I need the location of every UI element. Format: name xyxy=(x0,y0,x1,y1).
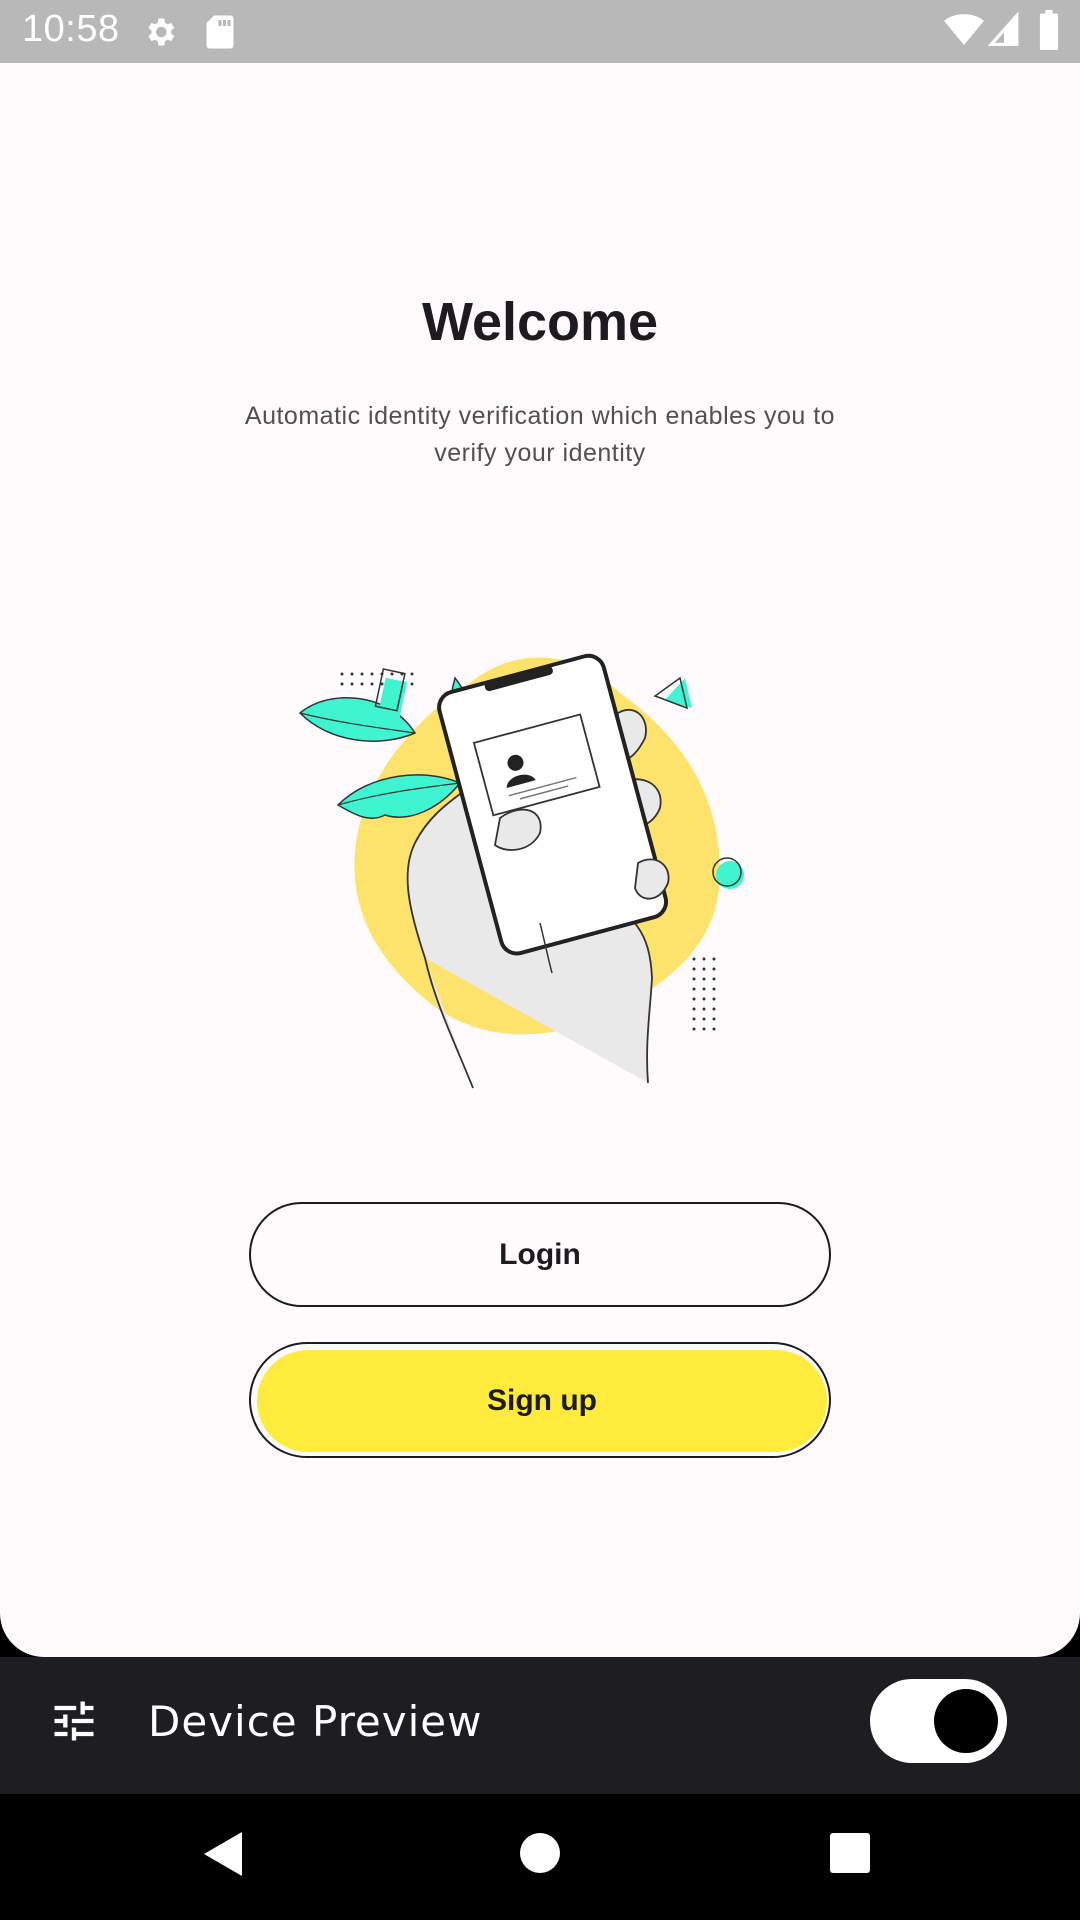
status-bar: 10:58 xyxy=(0,0,1080,63)
sd-card-icon xyxy=(204,14,236,55)
login-button[interactable]: Login xyxy=(249,1202,831,1307)
status-time: 10:58 xyxy=(22,8,120,50)
tune-icon[interactable] xyxy=(48,1695,100,1752)
signup-button-fill: Sign up xyxy=(257,1350,827,1452)
back-icon[interactable] xyxy=(202,1830,244,1883)
hand-holding-phone-illustration xyxy=(298,653,744,1089)
toggle-knob xyxy=(934,1689,998,1753)
triangle-shape xyxy=(665,678,692,708)
device-preview-label: Device Preview xyxy=(148,1697,483,1746)
page-title: Welcome xyxy=(421,292,659,352)
battery-icon xyxy=(1038,10,1060,55)
device-preview-toggle[interactable] xyxy=(870,1679,1007,1763)
welcome-screen: Welcome Automatic identity verification … xyxy=(0,63,1080,1657)
device-preview-bar: Device Preview xyxy=(0,1657,1080,1794)
signup-button[interactable]: Sign up xyxy=(249,1342,831,1458)
home-icon[interactable] xyxy=(519,1832,561,1879)
wifi-icon xyxy=(944,12,984,53)
signup-button-label: Sign up xyxy=(487,1384,597,1417)
login-button-label: Login xyxy=(499,1237,581,1271)
page-subtitle: Automatic identity verification which en… xyxy=(244,402,836,467)
settings-icon xyxy=(142,14,178,55)
recents-icon[interactable] xyxy=(830,1833,870,1878)
dot-pattern-right xyxy=(692,957,716,1031)
system-nav-bar xyxy=(0,1794,1080,1920)
signal-icon xyxy=(987,11,1020,53)
